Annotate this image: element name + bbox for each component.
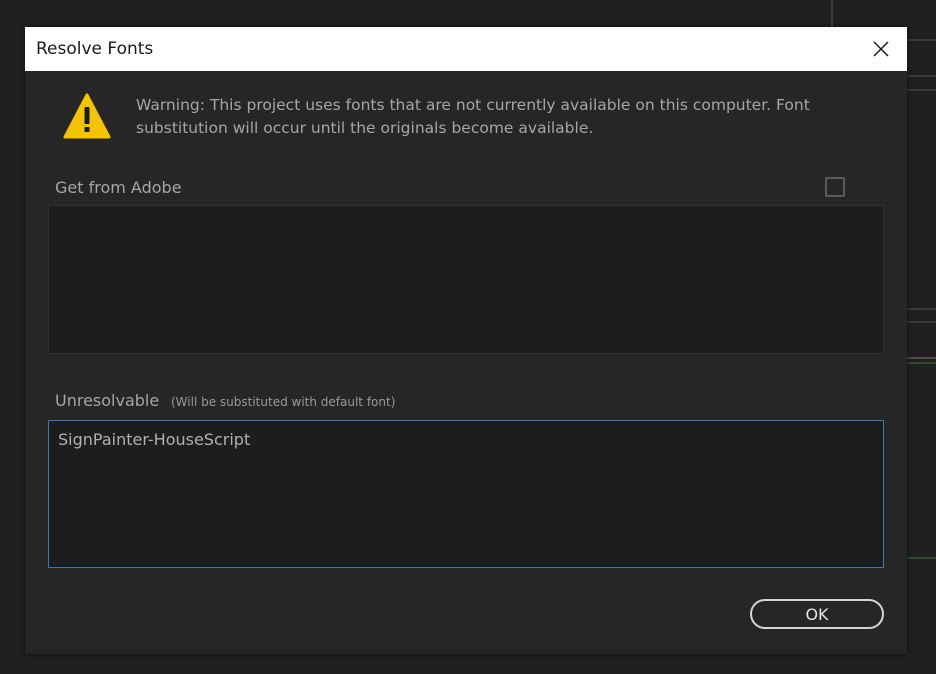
unresolvable-hint: (Will be substituted with default font) <box>171 395 396 409</box>
close-button[interactable] <box>865 33 897 65</box>
ok-button[interactable]: OK <box>750 599 884 629</box>
get-from-adobe-list[interactable] <box>48 205 884 354</box>
close-icon <box>873 41 889 57</box>
resolve-fonts-dialog: Resolve Fonts Warning: This project uses… <box>25 27 907 654</box>
list-item[interactable]: SignPainter-HouseScript <box>58 430 250 449</box>
get-from-adobe-label: Get from Adobe <box>55 178 182 197</box>
warning-triangle-icon <box>63 93 111 139</box>
unresolvable-list[interactable]: SignPainter-HouseScript <box>48 420 884 568</box>
dialog-title: Resolve Fonts <box>36 39 154 59</box>
warning-message: Warning: This project uses fonts that ar… <box>136 96 810 137</box>
dialog-titlebar: Resolve Fonts <box>25 27 907 71</box>
get-from-adobe-checkbox[interactable] <box>825 177 845 197</box>
unresolvable-label: Unresolvable <box>55 391 160 410</box>
